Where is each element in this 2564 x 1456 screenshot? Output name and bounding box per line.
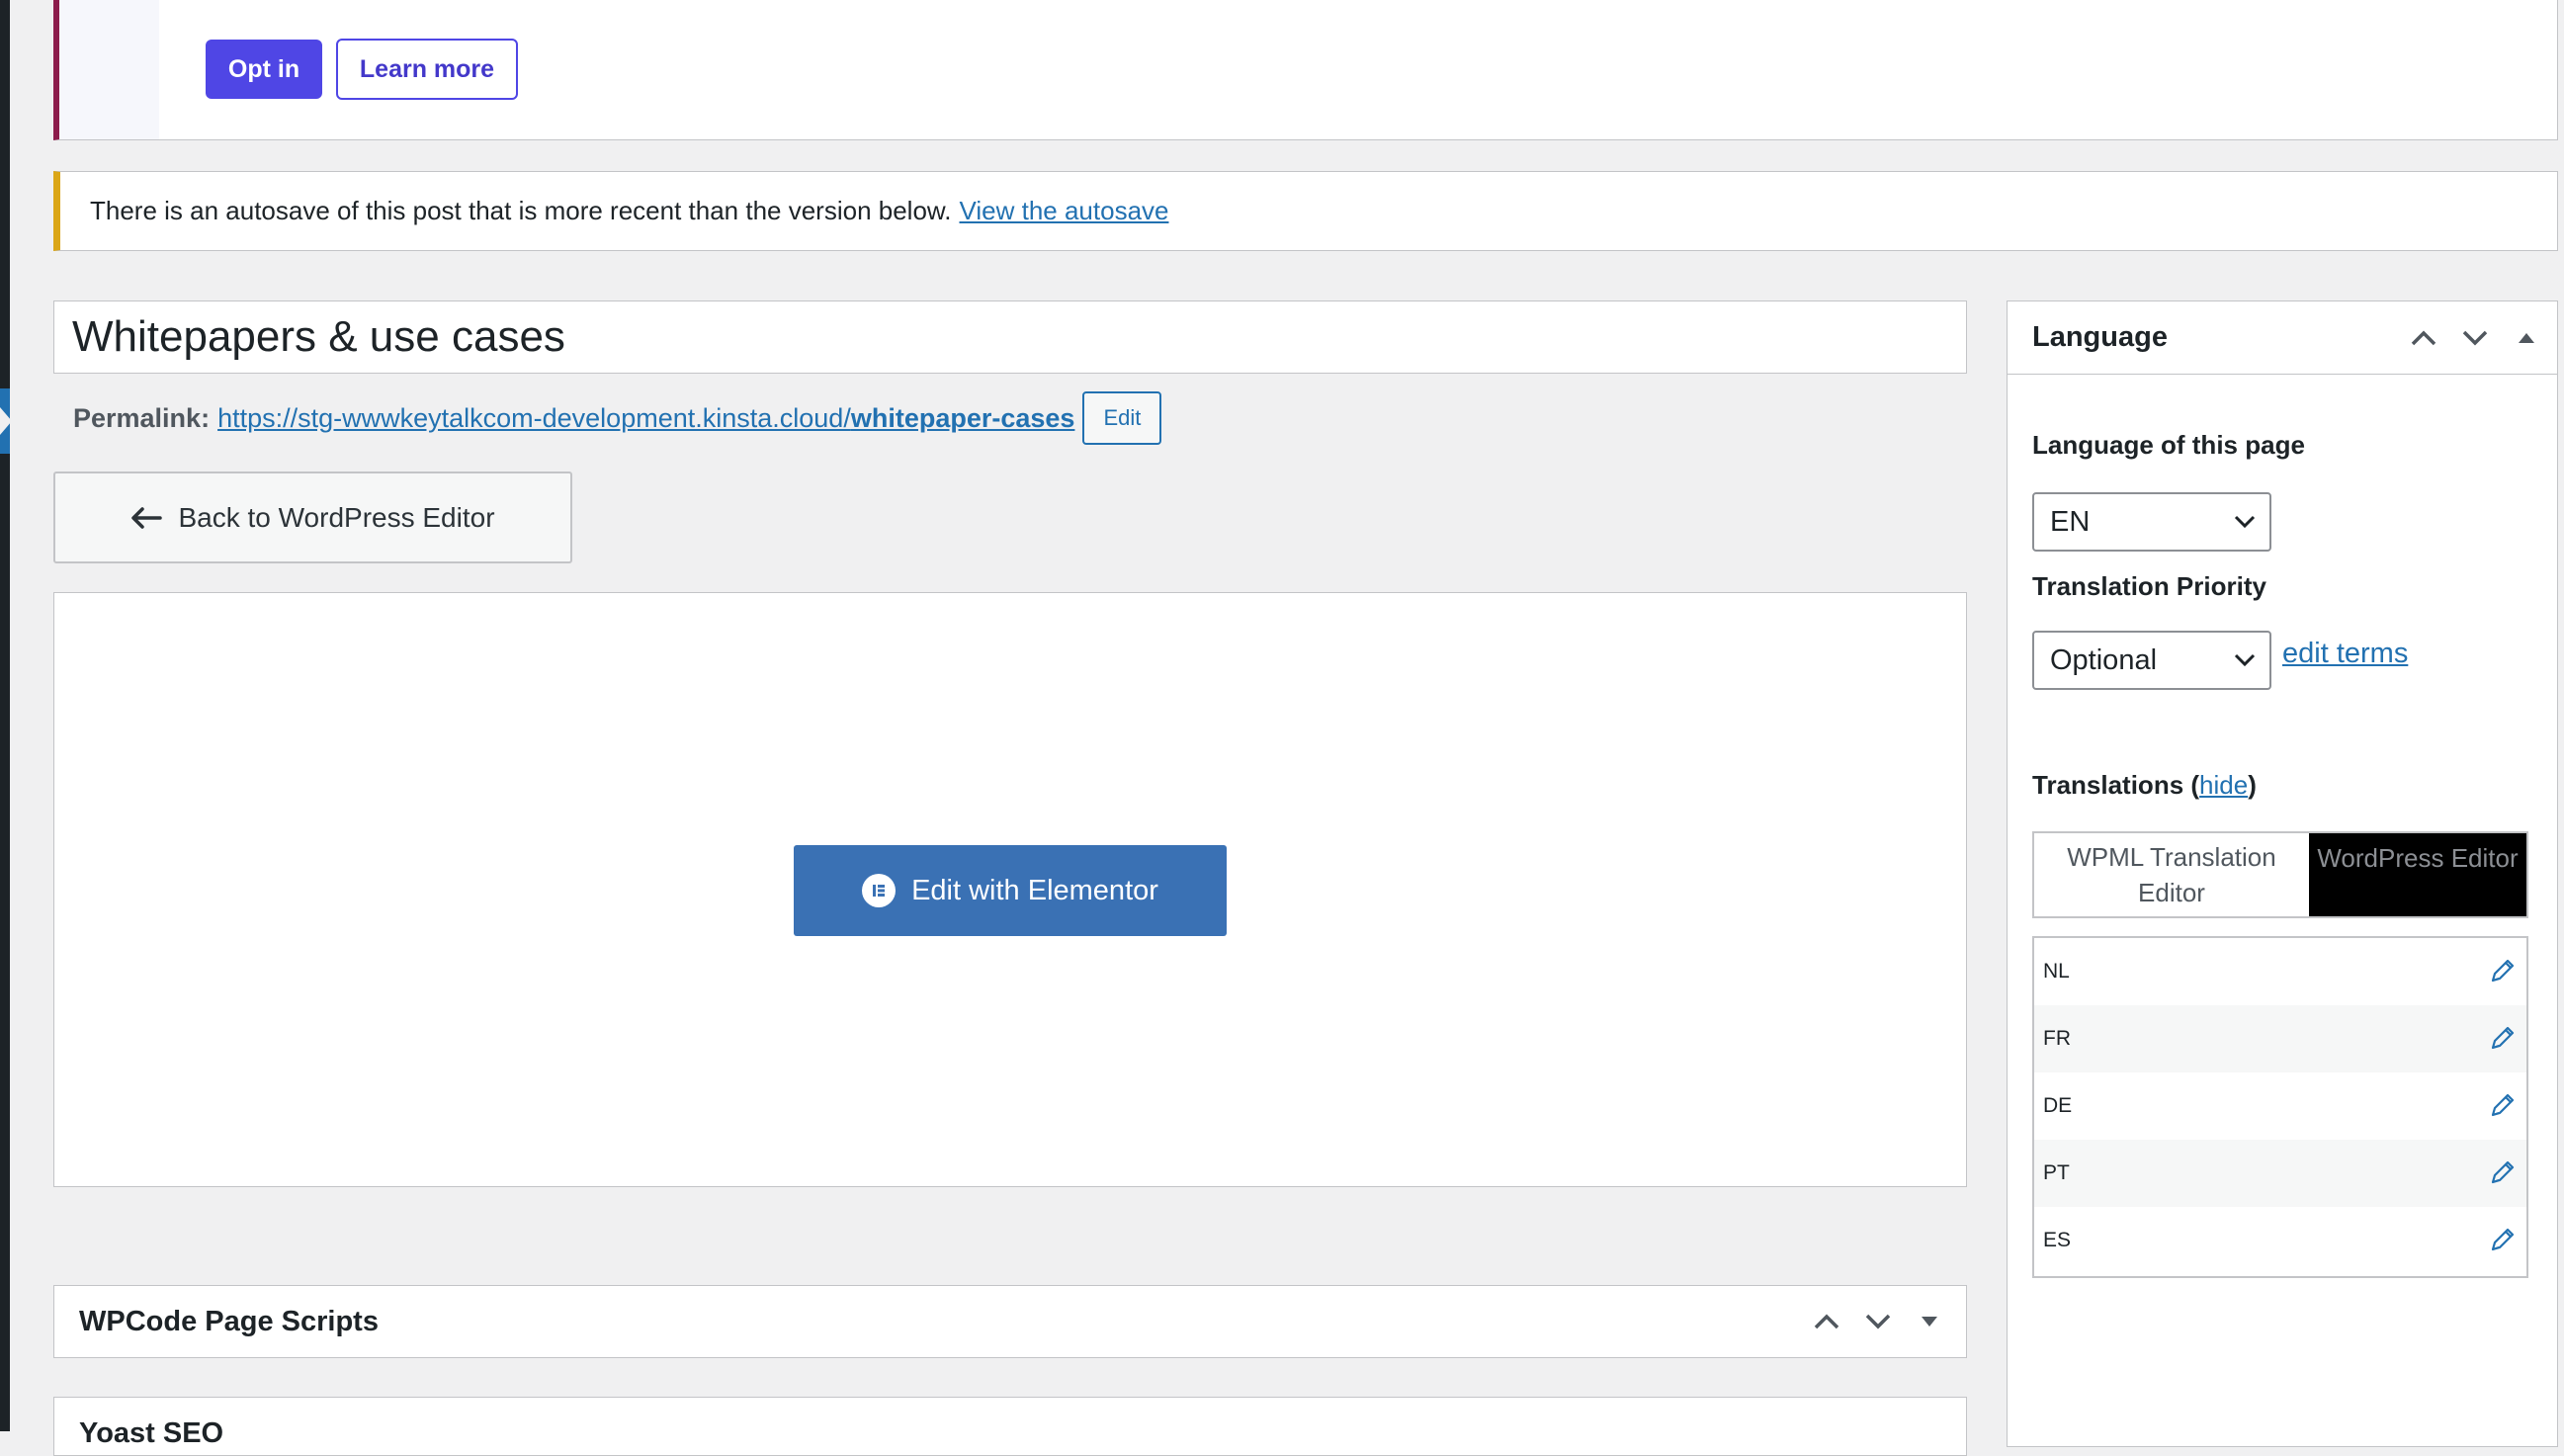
translations-label: Translations ( xyxy=(2032,770,2200,800)
language-metabox-controls xyxy=(2405,319,2545,357)
pencil-icon[interactable] xyxy=(2487,1158,2517,1188)
translation-row: PT xyxy=(2034,1140,2526,1207)
language-select-value: EN xyxy=(2050,505,2091,538)
translation-priority-label: Translation Priority xyxy=(2032,571,2266,601)
triangle-toggle-icon[interactable] xyxy=(2508,319,2545,357)
yoast-metabox-title: Yoast SEO xyxy=(79,1417,224,1449)
translations-list: NL FR DE PT ES xyxy=(2032,936,2528,1278)
admin-sidebar-edge xyxy=(0,0,10,1431)
autosave-notice: There is an autosave of this post that i… xyxy=(53,171,2558,251)
pencil-icon[interactable] xyxy=(2487,1226,2517,1255)
optin-notice-sidebar xyxy=(59,0,159,139)
admin-menu-arrow xyxy=(0,407,12,435)
chevron-down-icon[interactable] xyxy=(2456,319,2494,357)
edit-terms-link[interactable]: edit terms xyxy=(2282,638,2408,670)
chevron-down-icon xyxy=(2234,515,2256,529)
translation-row: NL xyxy=(2034,938,2526,1005)
chevron-up-icon[interactable] xyxy=(2405,319,2442,357)
translation-language-code: NL xyxy=(2043,960,2070,983)
chevron-up-icon[interactable] xyxy=(1808,1303,1845,1340)
translations-hide-link[interactable]: hide xyxy=(2199,770,2248,800)
edit-with-elementor-button[interactable]: Edit with Elementor xyxy=(794,845,1227,936)
permalink-link[interactable]: https://stg-wwwkeytalkcom-development.ki… xyxy=(217,403,1074,434)
permalink-label: Permalink: xyxy=(73,402,211,433)
wpml-translation-editor-option[interactable]: WPML Translation Editor xyxy=(2034,833,2309,916)
translation-priority-value: Optional xyxy=(2050,643,2158,676)
triangle-toggle-icon[interactable] xyxy=(1911,1303,1948,1340)
view-autosave-link[interactable]: View the autosave xyxy=(959,196,1168,226)
pencil-icon[interactable] xyxy=(2487,1024,2517,1054)
permalink-slug: whitepaper-cases xyxy=(850,402,1075,433)
permalink-edit-button[interactable]: Edit xyxy=(1082,391,1162,445)
translation-language-code: DE xyxy=(2043,1094,2073,1117)
translation-editor-toggle: WPML Translation Editor WordPress Editor xyxy=(2032,831,2528,918)
translations-label-close: ) xyxy=(2248,770,2257,800)
optin-notice: Opt in Learn more xyxy=(53,0,2558,140)
arrow-left-icon xyxy=(131,506,163,529)
wpcode-metabox-title: WPCode Page Scripts xyxy=(79,1305,379,1337)
permalink-base: https://stg-wwwkeytalkcom-development.ki… xyxy=(217,402,851,433)
learn-more-button[interactable]: Learn more xyxy=(336,39,518,100)
translation-row: FR xyxy=(2034,1005,2526,1072)
chevron-down-icon[interactable] xyxy=(1859,1303,1897,1340)
wpcode-metabox-controls xyxy=(1808,1303,1948,1340)
pencil-icon[interactable] xyxy=(2487,1091,2517,1121)
translation-language-code: FR xyxy=(2043,1027,2071,1050)
post-title-input[interactable]: Whitepapers & use cases xyxy=(53,300,1967,374)
wpcode-page-scripts-metabox: WPCode Page Scripts xyxy=(53,1285,1967,1358)
translation-row: DE xyxy=(2034,1072,2526,1140)
opt-in-button[interactable]: Opt in xyxy=(206,40,322,99)
autosave-notice-text: There is an autosave of this post that i… xyxy=(90,196,952,225)
chevron-down-icon xyxy=(2234,653,2256,667)
wordpress-editor-option[interactable]: WordPress Editor xyxy=(2309,833,2526,916)
language-metabox-title: Language xyxy=(2032,321,2168,353)
language-metabox-header: Language xyxy=(2008,301,2557,375)
translations-heading: Translations (hide) xyxy=(2032,770,2257,801)
language-select[interactable]: EN xyxy=(2032,492,2271,552)
post-title-text: Whitepapers & use cases xyxy=(72,312,565,361)
translation-row: ES xyxy=(2034,1207,2526,1274)
back-to-wordpress-editor-button[interactable]: Back to WordPress Editor xyxy=(53,471,572,563)
translation-language-code: ES xyxy=(2043,1229,2072,1251)
back-to-wordpress-editor-label: Back to WordPress Editor xyxy=(178,501,495,533)
translation-priority-select[interactable]: Optional xyxy=(2032,631,2271,690)
yoast-seo-metabox: Yoast SEO xyxy=(53,1397,1967,1456)
pencil-icon[interactable] xyxy=(2487,957,2517,986)
elementor-logo-icon xyxy=(862,874,897,907)
edit-with-elementor-label: Edit with Elementor xyxy=(911,874,1158,906)
language-metabox: Language Language of this page EN Transl… xyxy=(2007,300,2558,1447)
translation-language-code: PT xyxy=(2043,1161,2070,1184)
language-of-page-label: Language of this page xyxy=(2032,430,2305,460)
permalink-row: Permalink: https://stg-wwwkeytalkcom-dev… xyxy=(73,391,1162,445)
